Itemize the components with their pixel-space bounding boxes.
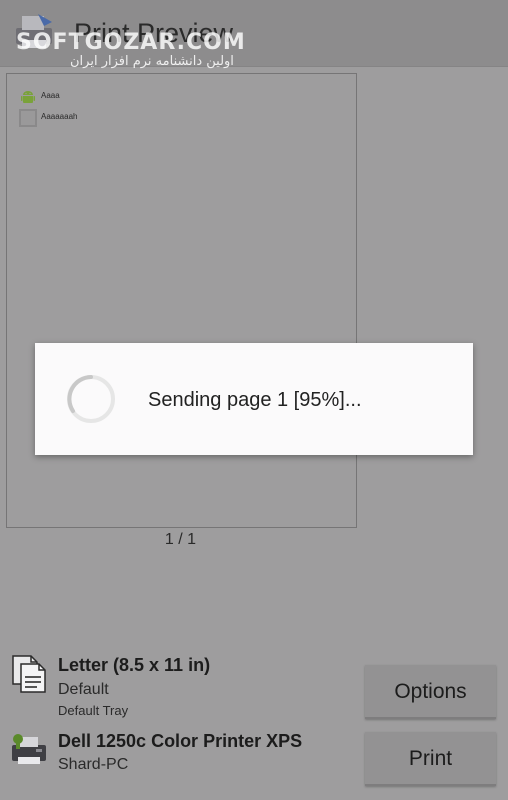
progress-message: Sending page 1 [95%]... <box>148 389 362 411</box>
watermark-text: SOFTGOZAR.COM <box>16 30 246 55</box>
paper-type-label: Default <box>58 681 109 698</box>
paper-size-label[interactable]: Letter (8.5 x 11 in) <box>58 655 210 676</box>
print-button[interactable]: Print <box>365 732 496 786</box>
paper-size-icon <box>12 655 46 693</box>
print-preview-page: Aaaa Aaaaaaah <box>6 73 357 528</box>
paper-tray-label: Default Tray <box>58 703 129 718</box>
image-thumbnail-icon <box>19 109 37 127</box>
watermark-subtext: اولین دانشنامه نرم افزار ایران <box>70 54 234 69</box>
loading-spinner-icon <box>67 375 115 423</box>
page-counter: 1 / 1 <box>164 531 197 548</box>
action-bar: Print Preview SOFTGOZAR.COM اولین دانشنا… <box>0 0 508 69</box>
progress-dialog: Sending page 1 [95%]... <box>35 343 473 455</box>
printer-host-label: Shard-PC <box>58 756 129 773</box>
android-icon <box>21 91 35 103</box>
printer-name-label[interactable]: Dell 1250c Color Printer XPS <box>58 731 302 752</box>
printer-icon <box>12 734 46 764</box>
options-button[interactable]: Options <box>365 665 496 719</box>
preview-item-label: Aaaaaaah <box>41 112 78 121</box>
preview-item-label: Aaaa <box>41 91 60 100</box>
